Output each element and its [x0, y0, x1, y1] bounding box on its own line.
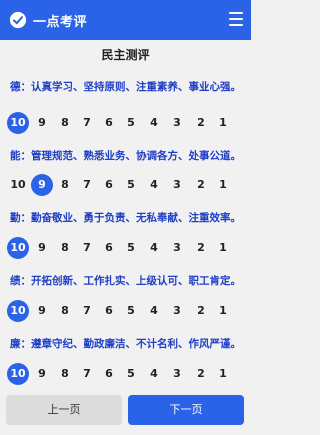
rating-option[interactable]: 7	[76, 112, 98, 134]
question-text: 廉：遵章守纪、勤政廉洁、不计名利、作风严谨。	[10, 338, 241, 350]
rating-option[interactable]: 10	[7, 174, 29, 196]
rating-option[interactable]: 5	[120, 174, 142, 196]
rating-option[interactable]: 4	[143, 112, 165, 134]
rating-option[interactable]: 7	[76, 300, 98, 322]
rating-option[interactable]: 1	[212, 300, 234, 322]
app-header: 一点考评	[0, 0, 251, 40]
rating-option[interactable]: 7	[76, 174, 98, 196]
rating-option[interactable]: 9	[31, 112, 53, 134]
rating-option[interactable]: 4	[143, 300, 165, 322]
next-page-button[interactable]: 下一页	[128, 395, 244, 425]
rating-option[interactable]: 7	[76, 363, 98, 385]
question-text: 德：认真学习、坚持原则、注重素养、事业心强。	[10, 81, 241, 93]
rating-option[interactable]: 6	[98, 363, 120, 385]
rating-option[interactable]: 2	[190, 112, 212, 134]
rating-option[interactable]: 1	[212, 174, 234, 196]
rating-option[interactable]: 4	[143, 174, 165, 196]
rating-row: 10 9 8 7 6 5 4 3 2 1	[0, 296, 251, 326]
rating-option[interactable]: 5	[120, 237, 142, 259]
rating-option[interactable]: 2	[190, 363, 212, 385]
rating-row: 10 9 8 7 6 5 4 3 2 1	[0, 359, 251, 389]
rating-option[interactable]: 10	[7, 237, 29, 259]
rating-option[interactable]: 2	[190, 174, 212, 196]
rating-row: 10 9 8 7 6 5 4 3 2 1	[0, 233, 251, 263]
rating-option[interactable]: 5	[120, 300, 142, 322]
check-circle-icon	[9, 11, 27, 29]
rating-option[interactable]: 9	[31, 174, 53, 196]
rating-option[interactable]: 6	[98, 174, 120, 196]
rating-option[interactable]: 5	[120, 112, 142, 134]
rating-option[interactable]: 6	[98, 112, 120, 134]
rating-option[interactable]: 8	[54, 237, 76, 259]
prev-page-button[interactable]: 上一页	[6, 395, 122, 425]
question-text: 绩：开拓创新、工作扎实、上级认可、职工肯定。	[10, 275, 241, 287]
rating-option[interactable]: 9	[31, 363, 53, 385]
rating-option[interactable]: 8	[54, 174, 76, 196]
rating-option[interactable]: 5	[120, 363, 142, 385]
rating-option[interactable]: 8	[54, 363, 76, 385]
rating-option[interactable]: 2	[190, 237, 212, 259]
rating-option[interactable]: 1	[212, 237, 234, 259]
rating-option[interactable]: 10	[7, 112, 29, 134]
question-text: 勤：勤奋敬业、勇于负责、无私奉献、注重效率。	[10, 212, 241, 224]
page-title: 民主测评	[101, 48, 150, 62]
rating-option[interactable]: 8	[54, 112, 76, 134]
question-text: 能：管理规范、熟悉业务、协调各方、处事公道。	[10, 150, 241, 162]
footer-bar: 上一页 下一页	[0, 389, 251, 435]
rating-option[interactable]: 9	[31, 237, 53, 259]
rating-option[interactable]: 3	[166, 174, 188, 196]
rating-option[interactable]: 2	[190, 300, 212, 322]
rating-option[interactable]: 1	[212, 112, 234, 134]
hamburger-menu-icon[interactable]	[229, 12, 243, 26]
rating-option[interactable]: 10	[7, 363, 29, 385]
rating-option[interactable]: 7	[76, 237, 98, 259]
rating-option[interactable]: 9	[31, 300, 53, 322]
rating-option[interactable]: 4	[143, 363, 165, 385]
rating-option[interactable]: 3	[166, 300, 188, 322]
rating-option[interactable]: 4	[143, 237, 165, 259]
rating-option[interactable]: 3	[166, 112, 188, 134]
rating-option[interactable]: 3	[166, 237, 188, 259]
rating-option[interactable]: 8	[54, 300, 76, 322]
rating-row: 10 9 8 7 6 5 4 3 2 1	[0, 170, 251, 200]
rating-option[interactable]: 6	[98, 237, 120, 259]
rating-row: 10 9 8 7 6 5 4 3 2 1	[0, 108, 251, 138]
rating-option[interactable]: 10	[7, 300, 29, 322]
app-title: 一点考评	[33, 14, 88, 30]
rating-option[interactable]: 6	[98, 300, 120, 322]
rating-option[interactable]: 3	[166, 363, 188, 385]
rating-option[interactable]: 1	[212, 363, 234, 385]
